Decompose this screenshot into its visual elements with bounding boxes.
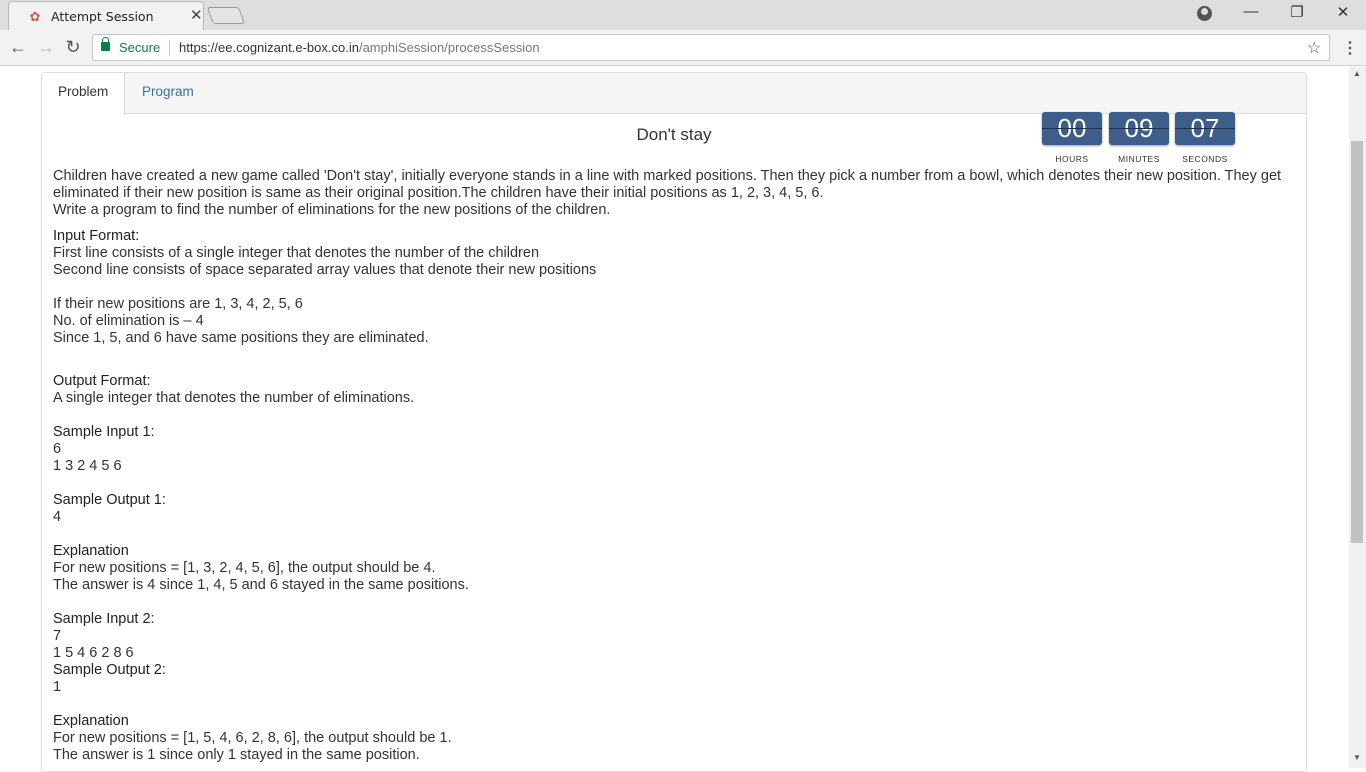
sample-input-2-heading: Sample Input 2:: [53, 611, 155, 627]
minimize-icon[interactable]: —: [1239, 3, 1263, 20]
omnibox-divider: [169, 40, 170, 56]
scrollbar-thumb[interactable]: [1351, 141, 1363, 543]
url-host: https://ee.cognizant.e-box.co.in: [179, 40, 359, 55]
timer-minutes: 09: [1109, 112, 1169, 145]
input-format-heading: Input Format:: [53, 228, 140, 244]
example-line: No. of elimination is – 4: [53, 313, 204, 329]
problem-statement: Children have created a new game called …: [53, 168, 1293, 764]
explanation-2-line: The answer is 1 since only 1 stayed in t…: [53, 747, 420, 763]
scroll-up-icon[interactable]: ▲: [1353, 69, 1361, 78]
sample-output-1-value: 4: [53, 509, 62, 525]
sample-input-1-line: 6: [53, 441, 62, 457]
countdown-timer: 00 09 07 HOURS MINUTES SECONDS: [1042, 112, 1242, 168]
example-line: If their new positions are 1, 3, 4, 2, 5…: [53, 296, 303, 312]
browser-toolbar: ← → ↻ Secure https://ee.cognizant.e-box.…: [0, 30, 1366, 66]
timer-hours: 00: [1042, 112, 1102, 145]
restore-icon[interactable]: ❐: [1285, 3, 1309, 21]
output-format-line: A single integer that denotes the number…: [53, 390, 415, 406]
tab-problem[interactable]: Problem: [42, 73, 126, 115]
input-format-line: Second line consists of space separated …: [53, 262, 597, 278]
panel-tab-bar: Problem Program: [42, 73, 1306, 115]
timer-seconds-label: SECONDS: [1182, 154, 1228, 164]
sample-output-1-heading: Sample Output 1:: [53, 492, 166, 508]
explanation-2-heading: Explanation: [53, 713, 129, 729]
timer-minutes-label: MINUTES: [1118, 154, 1160, 164]
timer-seconds: 07: [1175, 112, 1235, 145]
sample-output-2-heading: Sample Output 2:: [53, 662, 166, 678]
window-close-icon[interactable]: ✕: [1331, 3, 1355, 21]
sample-input-1-line: 1 3 2 4 5 6: [53, 458, 122, 474]
url-text[interactable]: https://ee.cognizant.e-box.co.in/amphiSe…: [179, 40, 540, 55]
description-paragraph: Write a program to find the number of el…: [53, 202, 611, 218]
browser-tabstrip: ✿ Attempt Session ✕ — ❐ ✕: [0, 0, 1366, 30]
page-scrollbar[interactable]: ▲ ▼: [1349, 67, 1366, 768]
forward-arrow-icon[interactable]: →: [36, 37, 56, 57]
profile-icon[interactable]: [1197, 6, 1212, 21]
explanation-2-line: For new positions = [1, 5, 4, 6, 2, 8, 6…: [53, 730, 452, 746]
description-paragraph: Children have created a new game called …: [53, 168, 1282, 201]
browser-menu-icon[interactable]: ⋮: [1342, 38, 1358, 58]
sample-input-1-heading: Sample Input 1:: [53, 424, 155, 440]
scroll-down-icon[interactable]: ▼: [1353, 753, 1361, 762]
browser-tab-attempt-session[interactable]: ✿ Attempt Session ✕: [8, 1, 204, 30]
reload-icon[interactable]: ↻: [63, 37, 83, 57]
address-bar[interactable]: Secure https://ee.cognizant.e-box.co.in/…: [92, 34, 1330, 61]
example-line: Since 1, 5, and 6 have same positions th…: [53, 330, 429, 346]
sample-input-2-line: 1 5 4 6 2 8 6: [53, 645, 134, 661]
sample-input-2-line: 7: [53, 628, 62, 644]
input-format-line: First line consists of a single integer …: [53, 245, 540, 261]
back-arrow-icon[interactable]: ←: [8, 37, 28, 57]
url-path: /amphiSession/processSession: [358, 40, 540, 55]
tab-close-icon[interactable]: ✕: [190, 7, 203, 25]
browser-tab-title: Attempt Session: [51, 9, 154, 24]
sample-output-2-value: 1: [53, 679, 62, 695]
explanation-1-heading: Explanation: [53, 543, 129, 559]
explanation-1-line: For new positions = [1, 3, 2, 4, 5, 6], …: [53, 560, 436, 576]
site-favicon-icon: ✿: [29, 9, 41, 24]
explanation-1-line: The answer is 4 since 1, 4, 5 and 6 stay…: [53, 577, 469, 593]
output-format-heading: Output Format:: [53, 373, 151, 389]
tab-program[interactable]: Program: [126, 73, 210, 114]
bookmark-star-icon[interactable]: ☆: [1307, 38, 1321, 58]
timer-hours-label: HOURS: [1055, 154, 1089, 164]
new-tab-button[interactable]: [206, 7, 246, 24]
lock-icon: [101, 37, 110, 51]
problem-panel: Problem Program Don't stay 00 09 07 HOUR…: [41, 72, 1307, 772]
secure-label: Secure: [119, 40, 161, 55]
